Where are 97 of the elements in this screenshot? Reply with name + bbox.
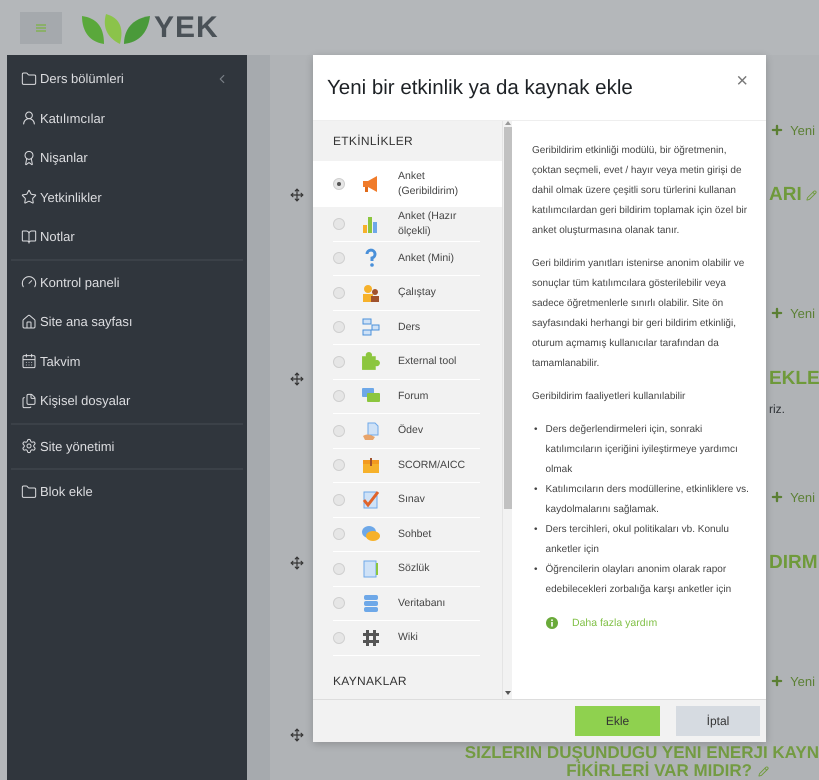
home-icon xyxy=(21,314,37,330)
dialog-title: Yeni bir etkinlik ya da kaynak ekle xyxy=(327,76,633,100)
radio-button[interactable] xyxy=(333,321,345,334)
move-icon xyxy=(290,188,304,202)
folder-icon xyxy=(21,70,37,87)
plus-icon xyxy=(770,490,784,504)
activity-option[interactable]: Çalıştay xyxy=(333,276,480,310)
radio-button[interactable] xyxy=(333,390,345,402)
scroll-up-icon xyxy=(504,121,510,125)
description-paragraph: Geribildirim faaliyetleri kullanılabilir xyxy=(532,390,686,404)
dictionary-icon xyxy=(361,558,381,579)
section-title: SIZLERIN DUŞUNDUGU YENI ENERJI KAYN xyxy=(464,744,819,762)
folder-icon xyxy=(21,484,37,500)
settings-icon xyxy=(21,438,37,454)
bullet-marker: • xyxy=(534,563,538,577)
activity-option[interactable]: Ödev xyxy=(333,414,480,448)
move-icon xyxy=(290,728,304,742)
info-icon xyxy=(546,617,558,629)
description-bullet: Ders tercihleri, okul politikaları vb. Konulu anketler için xyxy=(546,523,730,557)
section-heading: DIRM xyxy=(769,552,818,574)
activity-option[interactable]: Veritabanı xyxy=(333,586,480,621)
activity-option[interactable]: Forum xyxy=(333,380,480,414)
radio-button[interactable] xyxy=(333,286,345,299)
scroll-down-icon xyxy=(504,691,510,695)
bullet-marker: • xyxy=(534,483,538,497)
sidebar-item[interactable]: Notlar xyxy=(11,217,243,256)
radio-button[interactable] xyxy=(333,632,345,644)
pencil-icon[interactable] xyxy=(806,190,817,200)
calendar-icon xyxy=(21,353,37,370)
activity-option[interactable]: Anket (Hazır ölçekli) xyxy=(333,207,480,242)
move-icon xyxy=(290,372,304,386)
radio-button[interactable] xyxy=(333,494,345,506)
description-bullet: Öğrencilerin olayları anonim olarak rapor edebilecekleri zorbalığa karşı anketler için xyxy=(546,562,732,597)
radio-button[interactable] xyxy=(333,252,345,264)
add-button[interactable]: Ekle xyxy=(575,706,660,736)
menu-button[interactable] xyxy=(20,12,62,44)
move-icon xyxy=(290,556,304,570)
sidebar-item[interactable]: Yetkinlikler xyxy=(11,178,243,217)
activity-option[interactable]: Sınav xyxy=(333,483,480,518)
star-icon xyxy=(21,189,37,206)
description-bullet: Ders değerlendirmeleri için, sonraki katılımcıların içeriğini iyileştirmeye yardımcı olmak xyxy=(546,423,739,477)
plus-icon xyxy=(770,306,784,320)
document-hand-icon xyxy=(361,420,381,441)
activity-option[interactable]: Anket (Mini) xyxy=(333,242,480,276)
menu-icon xyxy=(36,24,46,32)
sidebar-item[interactable]: Kişisel dosyalar xyxy=(11,381,243,420)
database-icon xyxy=(361,593,381,614)
section-label: ETKİNLİKLER xyxy=(332,133,414,150)
box-icon xyxy=(361,455,381,476)
files-icon xyxy=(21,392,37,409)
activity-option[interactable]: Ders xyxy=(333,310,480,345)
plus-icon xyxy=(770,123,784,137)
radio-button[interactable] xyxy=(333,597,345,610)
activity-option[interactable]: Sohbet xyxy=(333,518,480,552)
radio-button[interactable] xyxy=(333,562,345,575)
plus-icon xyxy=(770,674,784,688)
section-title: FİKİRLERİ VAR MIDIR? xyxy=(566,762,752,780)
activity-option[interactable]: Sözlük xyxy=(333,552,480,586)
flowchart-icon xyxy=(361,317,381,338)
cancel-button[interactable]: İptal xyxy=(676,706,760,736)
sidebar-item[interactable]: Kontrol paneli xyxy=(11,262,243,302)
puzzle-icon xyxy=(361,352,381,372)
section-heading: ARI xyxy=(769,184,802,206)
pencil-icon[interactable] xyxy=(758,766,769,776)
close-button[interactable]: × xyxy=(732,70,752,93)
activity-option[interactable]: External tool xyxy=(333,345,480,380)
grid-icon xyxy=(361,628,381,648)
activity-option[interactable]: Anket (Geribildirim) xyxy=(313,161,502,207)
sidebar-item[interactable]: Katılımcılar xyxy=(11,98,243,138)
sidebar-item[interactable]: Ders bölümleri xyxy=(11,59,243,98)
activity-option[interactable]: Wiki xyxy=(333,621,480,656)
user-icon xyxy=(21,110,37,126)
description-paragraph: Geribildirim etkinliği modülü, bir öğretmenin, çoktan seçmeli, evet / hayır veya metin girişi de dahil olmak üzere çeşitli soru türlerini kullanan katılımcılardan geri bildirim toplamak için özel bir anket oluşturmasına olanak tanır. xyxy=(532,144,748,238)
activity-option[interactable]: SCORM/AICC xyxy=(333,448,480,483)
radio-button[interactable] xyxy=(333,424,345,437)
sidebar-item[interactable]: Site ana sayfası xyxy=(11,302,243,342)
description-bullet: Katılımcıların ders modüllerine, etkinliklere vs. kaydolmalarını sağlamak. xyxy=(546,483,750,517)
radio-button[interactable] xyxy=(333,459,345,472)
radio-button[interactable] xyxy=(333,528,345,540)
bullet-marker: • xyxy=(534,423,538,437)
scrollbar[interactable] xyxy=(502,121,512,699)
sidebar-item[interactable]: Takvim xyxy=(11,342,243,381)
section-text: riz. xyxy=(769,402,785,416)
logo-text: YEK xyxy=(154,10,219,44)
bullet-marker: • xyxy=(534,523,538,537)
description-paragraph: Geri bildirim yanıtları istenirse anonim olabilir ve sonuçlar tüm katılımcılara gösterilebilir veya sadece öğretmenlerle sınırlı olabilir. Site ön sayfasındaki herhangi bir geri bildirim etkinliği, oturum açmamış kullanıcılar tarafından da tamamlanabilir. xyxy=(532,257,746,371)
section-label: KAYNAKLAR xyxy=(332,672,408,688)
book-icon xyxy=(21,228,37,245)
sidebar-item[interactable]: Site yönetimi xyxy=(11,426,243,466)
people-icon xyxy=(361,282,381,303)
checkmark-document-icon xyxy=(361,490,381,510)
radio-button[interactable] xyxy=(333,218,345,230)
radio-button[interactable] xyxy=(333,178,345,190)
sidebar-item[interactable]: Nişanlar xyxy=(11,138,243,178)
sidebar-item[interactable]: Blok ekle xyxy=(11,472,243,512)
radio-button[interactable] xyxy=(333,356,345,368)
section-heading: EKLE xyxy=(769,368,819,390)
